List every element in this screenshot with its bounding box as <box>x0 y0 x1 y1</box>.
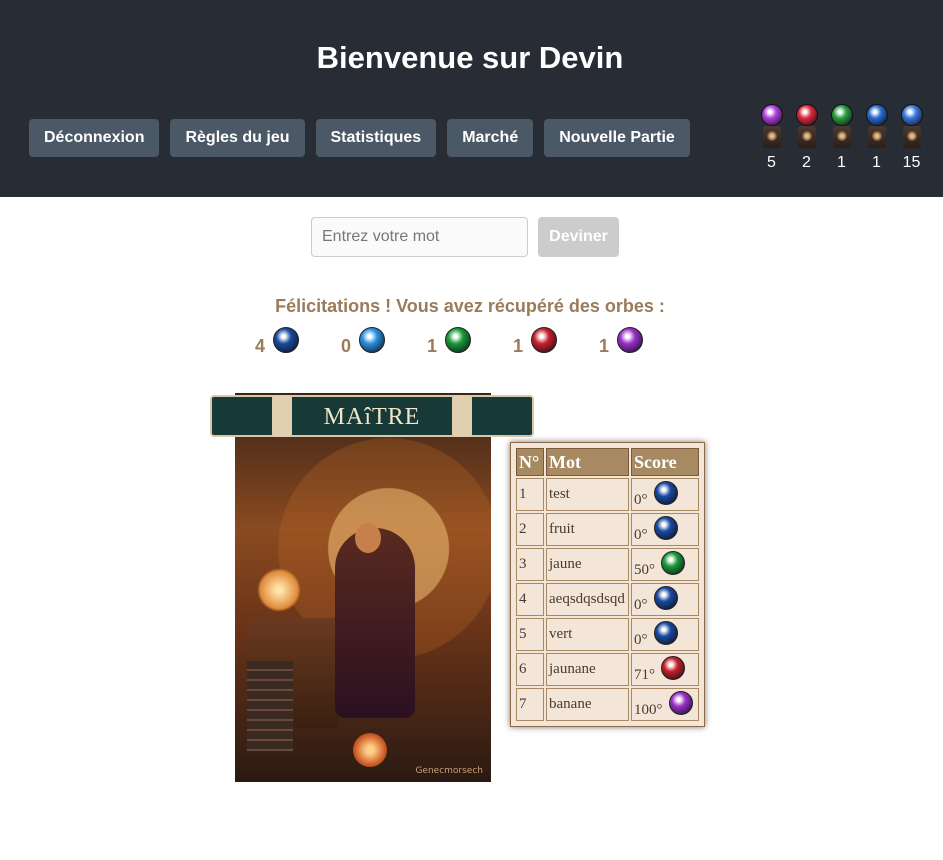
reward-list: 4 0 1 1 1 <box>255 322 685 357</box>
reward-item: 0 <box>341 322 427 357</box>
score-value: 0° <box>634 491 648 508</box>
row-score: 0° <box>631 513 699 546</box>
orange-blue-orb-stand-icon <box>899 104 925 152</box>
reward-count: 4 <box>255 336 266 356</box>
inventory-item: 1 <box>824 104 859 172</box>
artist-signature: Genecmorsech <box>415 766 483 776</box>
score-value: 0° <box>634 526 648 543</box>
purple-orb-icon <box>668 690 693 715</box>
dark-blue-orb-icon <box>273 326 299 353</box>
inventory-count: 1 <box>837 154 846 171</box>
green-orb-icon <box>661 550 685 575</box>
row-word: jaunane <box>546 653 629 686</box>
row-score: 0° <box>631 618 699 651</box>
score-value: 50° <box>634 561 655 578</box>
dark-blue-orb-icon <box>653 515 678 540</box>
inventory-item: 5 <box>754 104 789 172</box>
purple-orb-stand-icon <box>759 104 785 152</box>
score-value: 0° <box>634 596 648 613</box>
reward-item: 1 <box>599 322 685 357</box>
table-header-row: N° Mot Score <box>516 448 699 476</box>
row-word: banane <box>546 688 629 721</box>
main-nav: Déconnexion Règles du jeu Statistiques M… <box>29 119 690 157</box>
green-orb-stand-icon <box>829 104 855 152</box>
score-value: 0° <box>634 631 648 648</box>
table-row: 6 jaunane 71° <box>516 653 699 686</box>
column-header-number: N° <box>516 448 544 476</box>
row-number: 4 <box>516 583 544 616</box>
row-number: 6 <box>516 653 544 686</box>
reward-count: 1 <box>427 336 438 356</box>
reward-count: 0 <box>341 336 352 356</box>
rules-button[interactable]: Règles du jeu <box>170 119 305 157</box>
reward-item: 4 <box>255 322 341 357</box>
rank-title: MAîTRE <box>323 404 421 430</box>
row-word: vert <box>546 618 629 651</box>
table-row: 7 banane 100° <box>516 688 699 721</box>
row-number: 5 <box>516 618 544 651</box>
reward-item: 1 <box>427 322 513 357</box>
reward-message: Félicitations ! Vous avez récupéré des o… <box>275 296 665 316</box>
row-number: 1 <box>516 478 544 511</box>
green-orb-icon <box>445 326 471 353</box>
table-row: 1 test 0° <box>516 478 699 511</box>
dark-blue-orb-icon <box>653 620 678 645</box>
score-value: 100° <box>634 701 663 718</box>
purple-orb-icon <box>617 326 643 353</box>
column-header-word: Mot <box>546 448 629 476</box>
row-score: 100° <box>631 688 699 721</box>
row-word: test <box>546 478 629 511</box>
word-input[interactable] <box>311 217 528 257</box>
inventory-count: 15 <box>902 154 921 171</box>
inventory-item: 15 <box>894 104 929 172</box>
logout-button[interactable]: Déconnexion <box>29 119 160 157</box>
guess-button[interactable]: Deviner <box>538 217 619 257</box>
table-row: 2 fruit 0° <box>516 513 699 546</box>
red-orb-icon <box>661 655 685 680</box>
row-score: 50° <box>631 548 699 581</box>
statistics-button[interactable]: Statistiques <box>315 119 437 157</box>
row-number: 3 <box>516 548 544 581</box>
inventory-count: 2 <box>802 154 811 171</box>
dark-blue-orb-icon <box>653 585 678 610</box>
orb-inventory: 5 2 1 1 15 <box>754 104 929 172</box>
rank-banner: MAîTRE <box>210 395 534 437</box>
table-row: 5 vert 0° <box>516 618 699 651</box>
table-row: 3 jaune 50° <box>516 548 699 581</box>
inventory-item: 1 <box>859 104 894 172</box>
row-word: aeqsdqsdsqd <box>546 583 629 616</box>
market-button[interactable]: Marché <box>447 119 534 157</box>
new-game-button[interactable]: Nouvelle Partie <box>544 119 690 157</box>
reward-count: 1 <box>513 336 524 356</box>
page-title: Bienvenue sur Devin <box>316 40 624 75</box>
row-word: jaune <box>546 548 629 581</box>
inventory-count: 5 <box>767 154 776 171</box>
rank-card-image: Genecmorsech <box>235 393 491 782</box>
row-number: 2 <box>516 513 544 546</box>
row-score: 71° <box>631 653 699 686</box>
page-header: Bienvenue sur Devin Déconnexion Règles d… <box>0 0 943 197</box>
red-orb-stand-icon <box>794 104 820 152</box>
blue-orb-stand-icon <box>864 104 890 152</box>
reward-item: 1 <box>513 322 599 357</box>
row-word: fruit <box>546 513 629 546</box>
inventory-count: 1 <box>872 154 881 171</box>
dark-blue-orb-icon <box>653 480 678 505</box>
column-header-score: Score <box>631 448 699 476</box>
row-score: 0° <box>631 583 699 616</box>
score-value: 71° <box>634 666 655 683</box>
row-score: 0° <box>631 478 699 511</box>
row-number: 7 <box>516 688 544 721</box>
light-blue-orb-icon <box>359 326 385 353</box>
table-row: 4 aeqsdqsdsqd 0° <box>516 583 699 616</box>
red-orb-icon <box>531 326 557 353</box>
inventory-item: 2 <box>789 104 824 172</box>
guess-history-table: N° Mot Score 1 test 0° 2 fruit 0° 3 jaun… <box>510 442 705 727</box>
reward-count: 1 <box>599 336 610 356</box>
